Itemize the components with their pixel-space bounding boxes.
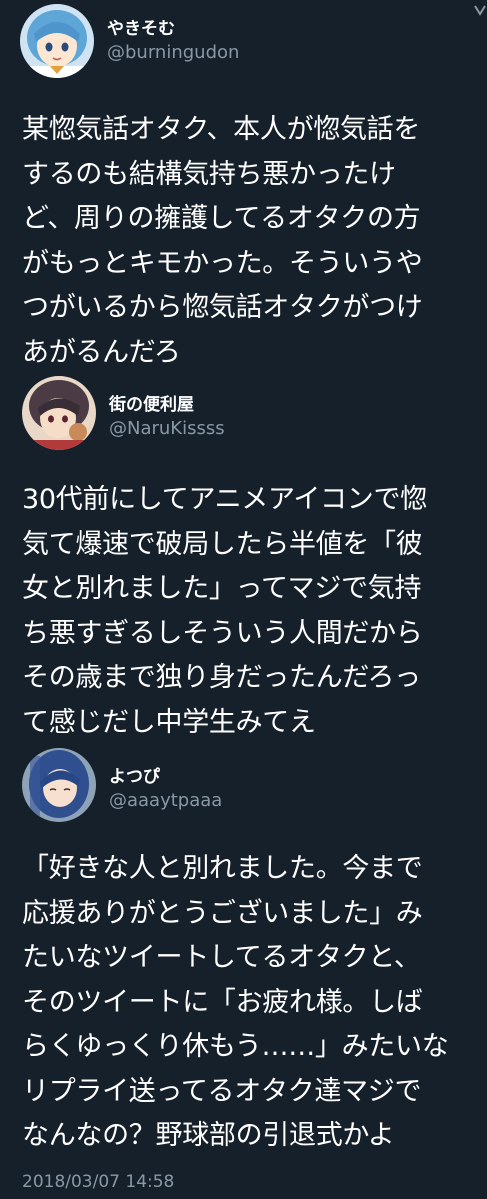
tweet-line: 「好きな人と別れました。今まで (22, 853, 423, 884)
tweet-line: たいなツイートしてるオタクと、 (22, 942, 421, 973)
tweet-text: 30代前にしてアニメアイコンで惚 気て爆速で破局したら半値を「彼 女と別れました… (22, 478, 487, 745)
display-name[interactable]: よつぴ (109, 762, 160, 787)
tweet-line: がもっとキモかった。そういうや (22, 247, 423, 279)
tweet-line: らくゆっくり休もう……」みたいな (22, 1031, 449, 1062)
tweet-line: ち悪すぎるしそういう人間だから (22, 617, 423, 649)
tweet-line: そのツイートに「お疲れ様。しば (22, 986, 423, 1018)
display-name[interactable]: やきそむ (107, 14, 175, 39)
display-name[interactable]: 街の便利屋 (109, 390, 194, 415)
tweet-line: 30代前にしてアニメアイコンで惚 (22, 484, 427, 515)
user-handle[interactable]: @NaruKissss (109, 418, 225, 439)
avatar-icon[interactable] (22, 376, 96, 450)
user-handle[interactable]: @aaaytpaaa (109, 790, 222, 811)
tweet-line: するのも結構気持ち悪かったけ (22, 158, 396, 190)
tweet-line: 女と別れました」ってマジで気持 (22, 573, 422, 604)
avatar-icon[interactable] (22, 748, 96, 822)
more-options-icon[interactable] (473, 4, 487, 28)
tweet-line: 応援ありがとうございました」み (22, 897, 423, 929)
tweet-line: その歳まで独り身だったんだろっ (22, 662, 421, 693)
tweet-line: リプライ送ってるオタク達マジで (22, 1075, 422, 1107)
tweet-line: つがいるから惚気話オタクがつけ (22, 292, 423, 323)
tweet-line: 某惚気話オタク、本人が惚気話を (22, 114, 421, 145)
user-handle[interactable]: @burningudon (107, 42, 239, 63)
tweet-timestamp[interactable]: 2018/03/07 14:58 (22, 1172, 174, 1192)
tweet-line: 気て爆速で破局したら半値を「彼 (22, 528, 423, 560)
tweet-line: あがるんだろ (22, 336, 181, 368)
tweet-line: て感じだし中学生みてえ (22, 706, 316, 738)
tweet-text: 「好きな人と別れました。今まで 応援ありがとうございました」み たいなツイートし… (22, 847, 487, 1159)
tweet-line: なんなの？野球部の引退式かよ (22, 1120, 395, 1151)
tweet-text: 某惚気話オタク、本人が惚気話を するのも結構気持ち悪かったけ ど、周りの擁護して… (22, 108, 487, 375)
avatar-icon[interactable] (20, 4, 94, 78)
tweet-line: ど、周りの擁護してるオタクの方 (22, 203, 421, 234)
